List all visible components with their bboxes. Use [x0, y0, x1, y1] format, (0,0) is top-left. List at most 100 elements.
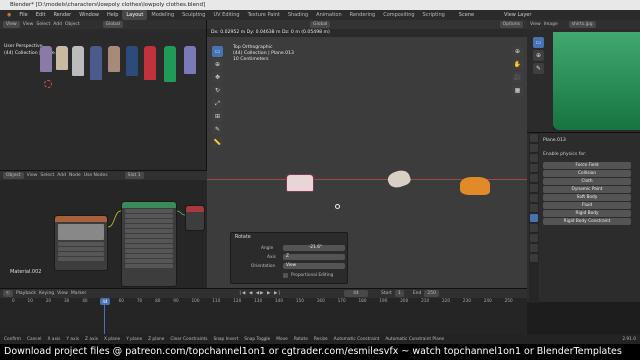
measure-tool-icon[interactable]: 📏 [212, 137, 223, 148]
workspace-tab-layout[interactable]: Layout [122, 10, 148, 20]
hint-snap-toggle: Snap Toggle [244, 336, 271, 342]
garment-mesh[interactable] [460, 177, 490, 195]
editor-type-button[interactable]: View [3, 21, 20, 28]
rigid-body-button[interactable]: Rigid Body [543, 210, 631, 217]
annotate-tool-icon[interactable]: ✎ [212, 124, 223, 135]
workspace-tab-texture-paint[interactable]: Texture Paint [244, 10, 284, 20]
menu-edit[interactable]: Edit [32, 10, 50, 20]
garment-thumbnail [144, 46, 156, 80]
menu-file[interactable]: File [15, 10, 31, 20]
workspace-tab-scripting[interactable]: Scripting [419, 10, 449, 20]
global-orientation-dropdown[interactable]: Global [310, 21, 331, 28]
texture-tab-icon[interactable] [530, 254, 538, 262]
pan-icon[interactable]: ✋ [512, 59, 523, 70]
zoom-icon[interactable]: ⊕ [512, 46, 523, 57]
frame-tick: 160 [316, 298, 325, 303]
hint-y-plane: Y plane [126, 336, 143, 342]
playhead-frame-badge[interactable]: 44 [100, 298, 110, 305]
force-field-button[interactable]: Force Field [543, 162, 631, 169]
workspace-tab-sculpting[interactable]: Sculpting [178, 10, 209, 20]
frame-tick: 110 [212, 298, 221, 303]
cloth-button[interactable]: Cloth [543, 178, 631, 185]
image-filename[interactable]: shirts.jpg [568, 21, 596, 28]
frame-tick: 170 [337, 298, 346, 303]
garment-mesh-selected[interactable] [286, 174, 314, 192]
menu-marker[interactable]: Marker [71, 291, 87, 296]
end-frame-field[interactable]: 250 [424, 290, 439, 297]
frame-tick: 0 [12, 298, 15, 303]
data-tab-icon[interactable] [530, 234, 538, 242]
select-box-tool-icon[interactable]: ▭ [212, 46, 223, 57]
dynamic-paint-button[interactable]: Dynamic Paint [543, 186, 631, 193]
menu-view[interactable]: View [57, 291, 68, 296]
menu-select[interactable]: Select [36, 22, 50, 27]
menu-view[interactable]: View [530, 22, 541, 27]
menu-object[interactable]: Object [65, 22, 80, 27]
proportional-editing-label: Proportional Editing [291, 273, 334, 278]
hint-snap-invert: Snap Invert [213, 336, 239, 342]
cursor-tool-icon[interactable]: ⊕ [212, 59, 223, 70]
editor-type-button[interactable]: ◴ [3, 290, 13, 297]
material-tab-icon[interactable] [530, 244, 538, 252]
menu-add[interactable]: Add [53, 22, 62, 27]
garment-thumbnail [164, 46, 176, 82]
playhead-line[interactable] [104, 305, 105, 335]
rotate-tool-icon[interactable]: ↻ [212, 85, 223, 96]
3d-cursor-icon[interactable] [44, 80, 52, 88]
fluid-button[interactable]: Fluid [543, 202, 631, 209]
move-tool-icon[interactable]: ✥ [212, 72, 223, 83]
object-name: Plane.013 [543, 138, 566, 143]
workspace-tab-shading[interactable]: Shading [284, 10, 312, 20]
global-dropdown[interactable]: Global [102, 21, 123, 28]
garment-preview-strip [40, 46, 205, 98]
garment-mesh[interactable] [385, 167, 413, 191]
frame-tick: 180 [358, 298, 367, 303]
axis-dropdown[interactable]: Z [283, 254, 345, 260]
workspace-tab-rendering[interactable]: Rendering [346, 10, 380, 20]
garment-thumbnail [184, 46, 196, 74]
menu-window[interactable]: Window [75, 10, 103, 20]
playback-controls[interactable]: |◀ ◀ ◀▶ ▶ ▶| [239, 291, 281, 296]
cursor-tool-icon[interactable]: ⊕ [533, 50, 544, 61]
perspective-toggle-icon[interactable]: ▦ [512, 85, 523, 96]
render-tab-icon[interactable] [530, 144, 538, 152]
orientation-label: Orientation [251, 264, 276, 269]
menu-render[interactable]: Render [49, 10, 75, 20]
workspace-tab-uv-editing[interactable]: UV Editing [209, 10, 243, 20]
rigid-body-constraint-button[interactable]: Rigid Body Constraint [543, 218, 631, 225]
tool-tab-icon[interactable] [530, 134, 538, 142]
view-layer-selector[interactable]: View Layer [500, 10, 535, 20]
node-link [176, 210, 186, 216]
workspace-tab-compositing[interactable]: Compositing [379, 10, 418, 20]
hint-move: Move [276, 336, 288, 342]
select-tool-icon[interactable]: ▭ [533, 37, 544, 48]
menu-view[interactable]: View [23, 22, 34, 27]
soft-body-button[interactable]: Soft Body [543, 194, 631, 201]
options-dropdown[interactable]: Options [499, 21, 523, 28]
sample-tool-icon[interactable]: ✎ [533, 63, 544, 74]
start-frame-field[interactable]: 1 [394, 290, 404, 297]
scale-tool-icon[interactable]: ⤢ [212, 98, 223, 109]
blender-logo-icon[interactable]: ◉ [3, 10, 15, 20]
camera-view-icon[interactable]: 🎥 [512, 72, 523, 83]
rotate-operator-panel[interactable]: Rotate Angle -21.6° Axis Z Orientation V… [230, 232, 348, 284]
node-link [107, 210, 122, 228]
material-name: Material.002 [10, 269, 42, 275]
toolbar: ▭ ⊕ ✥ ↻ ⤢ ⊞ ✎ 📏 [212, 46, 223, 148]
menu-playback[interactable]: Playback [16, 291, 36, 296]
scene-selector[interactable]: Scene [455, 10, 478, 20]
current-frame-field[interactable]: 44 [343, 290, 368, 297]
orientation-dropdown[interactable]: View [283, 263, 345, 269]
angle-field[interactable]: -21.6° [283, 245, 345, 251]
menu-keying[interactable]: Keying [39, 291, 54, 296]
proportional-editing-checkbox[interactable] [283, 273, 288, 278]
frame-ruler[interactable]: 0 10 20 30 40 50 60 70 80 90 100 110 120… [0, 298, 527, 304]
mouse-cursor-icon [335, 204, 340, 209]
workspace-tab-modeling[interactable]: Modeling [147, 10, 178, 20]
promo-banner: Download project files @ patreon.com/top… [0, 344, 640, 360]
menu-image[interactable]: Image [544, 22, 558, 27]
collision-button[interactable]: Collision [543, 170, 631, 177]
workspace-tab-animation[interactable]: Animation [312, 10, 346, 20]
menu-help[interactable]: Help [103, 10, 122, 20]
transform-tool-icon[interactable]: ⊞ [212, 111, 223, 122]
